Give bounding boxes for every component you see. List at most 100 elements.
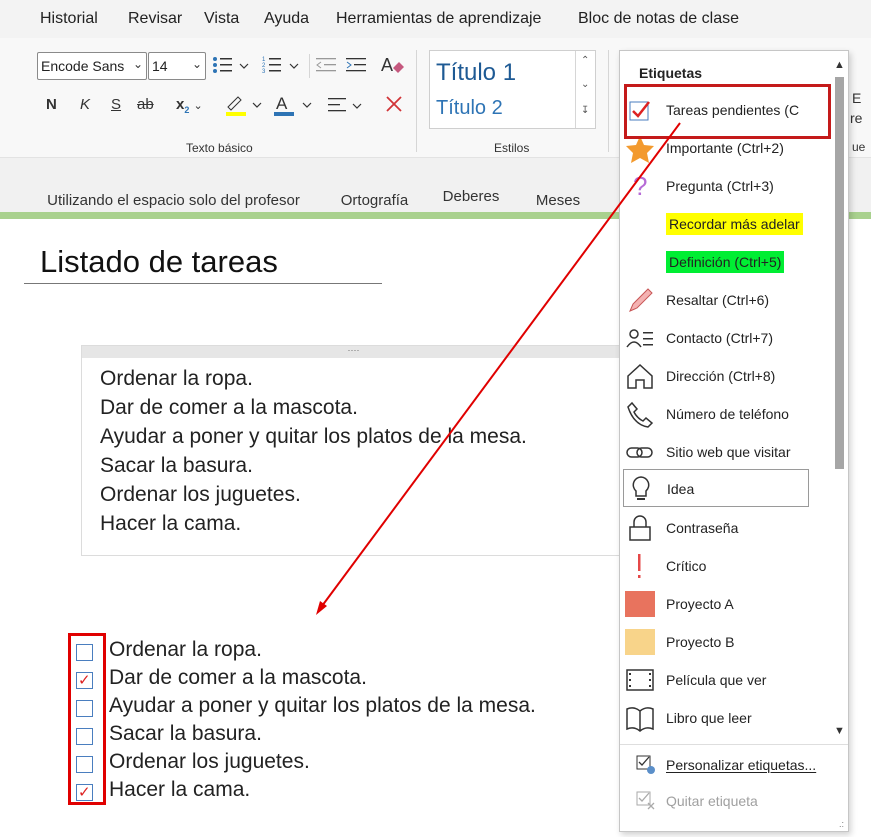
menu-vista[interactable]: Vista (204, 10, 239, 28)
tag-direccion[interactable]: Dirección (Ctrl+8) (620, 357, 830, 395)
highlight-color-button[interactable] (224, 93, 264, 121)
tag-pelicula[interactable]: Película que ver (620, 661, 830, 699)
tag-telefono[interactable]: Número de teléfono (620, 395, 830, 433)
estilos-group-label: Estilos (494, 141, 530, 155)
tag-label: Pregunta (Ctrl+3) (666, 178, 774, 194)
scroll-up-icon[interactable]: ▲ (834, 59, 845, 71)
align-button[interactable] (328, 96, 368, 118)
house-icon (627, 363, 653, 389)
scroll-thumb[interactable] (835, 77, 844, 469)
texto-basico-group-label: Texto básico (186, 141, 253, 155)
scroll-down-icon[interactable]: ▼ (834, 725, 845, 737)
todo-text[interactable]: Ordenar la ropa. (109, 638, 262, 662)
tag-label: Proyecto B (666, 634, 735, 650)
resize-grip-icon[interactable]: .: (839, 819, 844, 829)
style-titulo-1[interactable]: Título 1 (436, 59, 516, 87)
tag-definicion[interactable]: Definición (Ctrl+5) (620, 243, 830, 281)
menu-revisar[interactable]: Revisar (128, 10, 182, 28)
tag-recordar[interactable]: Recordar más adelar (620, 205, 830, 243)
bullet-list-icon (213, 57, 249, 73)
note-line[interactable]: Ayudar a poner y quitar los platos de la… (100, 425, 527, 449)
lightbulb-icon (632, 476, 650, 500)
page-title[interactable]: Listado de tareas (40, 244, 278, 280)
svg-text:?: ? (633, 171, 647, 201)
note-line[interactable]: Dar de comer a la mascota. (100, 396, 358, 420)
question-icon: ? (633, 171, 647, 201)
numbered-list-button[interactable]: 1 2 3 (262, 56, 302, 78)
note-line[interactable]: Ordenar los juguetes. (100, 483, 301, 507)
tag-contrasena[interactable]: Contraseña (620, 509, 830, 547)
pen-icon (629, 288, 653, 312)
styles-gallery[interactable]: Título 1 Título 2 ⌃ ⌄ ↧ (429, 50, 596, 129)
project-b-icon (625, 629, 655, 655)
highlighter-icon (226, 96, 262, 116)
note-line[interactable]: Hacer la cama. (100, 512, 241, 536)
link-icon (626, 447, 653, 458)
increase-indent-icon (346, 58, 366, 72)
tag-label-highlighted: Definición (Ctrl+5) (666, 251, 785, 273)
bold-button[interactable]: N (46, 96, 57, 113)
strikethrough-button[interactable]: ab (137, 96, 154, 113)
tag-sitio-web[interactable]: Sitio web que visitar (620, 433, 830, 471)
underline-button[interactable]: S (111, 96, 121, 113)
ribbon-edge-text-3: ue (852, 140, 866, 154)
tag-label: Crítico (666, 558, 707, 574)
font-size-select[interactable]: 14 ⌄ (148, 52, 206, 80)
menu-historial[interactable]: Historial (40, 10, 98, 28)
todo-text[interactable]: Ayudar a poner y quitar los platos de la… (109, 694, 536, 718)
tag-label: Importante (Ctrl+2) (666, 140, 784, 156)
tag-libro[interactable]: Libro que leer (620, 699, 830, 737)
ribbon-edge-text-1: E (852, 90, 862, 106)
tag-label: Idea (667, 481, 695, 497)
tag-label: Libro que leer (666, 710, 752, 726)
tags-scrollbar[interactable]: ▲ ▼ (834, 59, 845, 739)
styles-scrollbar[interactable]: ⌃ ⌄ ↧ (575, 51, 595, 128)
bullet-list-button[interactable] (212, 56, 252, 78)
customize-tags-menu-item[interactable]: Personalizar etiquetas... (620, 748, 848, 782)
italic-button[interactable]: K (80, 96, 90, 113)
tag-label: Película que ver (666, 672, 767, 688)
todo-text[interactable]: Dar de comer a la mascota. (109, 666, 367, 690)
tag-contacto[interactable]: Contacto (Ctrl+7) (620, 319, 830, 357)
more-styles-icon[interactable]: ↧ (581, 105, 589, 116)
tag-label: Sitio web que visitar (666, 444, 791, 460)
clear-formatting-button[interactable]: A (381, 54, 407, 80)
decrease-indent-button[interactable] (316, 56, 338, 78)
divider (620, 744, 848, 745)
tag-pregunta[interactable]: ? Pregunta (Ctrl+3) (620, 167, 830, 205)
annotation-checkbox-highlight (68, 633, 106, 805)
todo-text[interactable]: Ordenar los juguetes. (109, 750, 310, 774)
increase-indent-button[interactable] (346, 56, 368, 78)
menu-bloc-notas-clase[interactable]: Bloc de notas de clase (578, 10, 739, 28)
tag-critico[interactable]: Crítico (620, 547, 830, 585)
tag-proyecto-b[interactable]: Proyecto B (620, 623, 830, 661)
remove-tag-label: Quitar etiqueta (666, 793, 758, 809)
tag-resaltar[interactable]: Resaltar (Ctrl+6) (620, 281, 830, 319)
menu-herramientas-aprendizaje[interactable]: Herramientas de aprendizaje (336, 10, 541, 28)
customize-tags-icon (636, 755, 655, 774)
todo-text[interactable]: Sacar la basura. (109, 722, 262, 746)
chevron-up-icon[interactable]: ⌃ (581, 55, 589, 66)
tag-idea[interactable]: Idea (623, 469, 809, 507)
note-container[interactable]: ···· Ordenar la ropa. Dar de comer a la … (81, 345, 626, 556)
chevron-down-icon: ⌄ (193, 100, 203, 112)
delete-button[interactable] (384, 94, 404, 118)
decrease-indent-icon (316, 58, 336, 72)
subscript-button[interactable]: x2 ⌄ (176, 96, 203, 115)
note-line[interactable]: Sacar la basura. (100, 454, 253, 478)
style-titulo-2[interactable]: Título 2 (436, 97, 503, 120)
annotation-tag-highlight (624, 84, 831, 139)
svg-text:A: A (381, 55, 393, 75)
font-color-button[interactable]: A (274, 93, 314, 121)
font-name-select[interactable]: Encode Sans ⌄ (37, 52, 147, 80)
chevron-down-icon[interactable]: ⌄ (581, 79, 589, 90)
note-line[interactable]: Ordenar la ropa. (100, 367, 253, 391)
menu-ayuda[interactable]: Ayuda (264, 10, 309, 28)
remove-tag-menu-item[interactable]: Quitar etiqueta (620, 784, 848, 818)
note-drag-handle[interactable]: ···· (82, 346, 625, 358)
divider (309, 54, 310, 78)
contact-icon (626, 329, 653, 348)
todo-text[interactable]: Hacer la cama. (109, 778, 250, 802)
tab-label: Deberes (442, 188, 500, 205)
tag-proyecto-a[interactable]: Proyecto A (620, 585, 830, 623)
